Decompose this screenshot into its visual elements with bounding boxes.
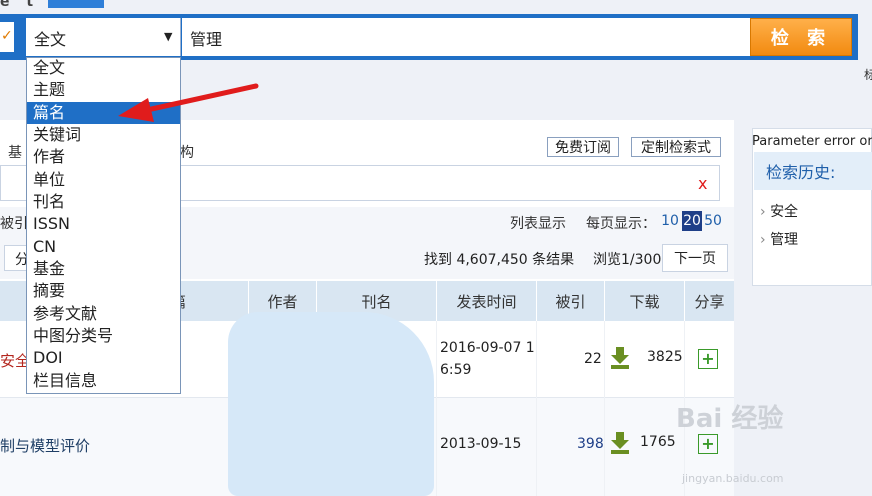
watermark-url: jingyan.baidu.com (682, 472, 784, 485)
list-view-toggle[interactable]: 列表显示 (510, 213, 566, 233)
next-page-button[interactable]: 下一页 (662, 244, 728, 272)
close-icon[interactable]: x (698, 174, 707, 193)
result-cited[interactable]: 22 (584, 351, 602, 367)
search-input[interactable] (182, 18, 750, 56)
per-page-50[interactable]: 50 (703, 211, 723, 231)
per-page-20[interactable]: 20 (682, 211, 702, 231)
col-share[interactable]: 分享 (684, 281, 734, 321)
search-query: 管理 (190, 30, 223, 49)
search-field-selected: 全文 (34, 30, 67, 49)
dropdown-option[interactable]: 栏目信息 (27, 370, 180, 392)
result-title-link[interactable]: 制与模型评价 (0, 435, 90, 456)
col-cited[interactable]: 被引 (536, 281, 604, 321)
per-page-10[interactable]: 10 (660, 211, 680, 231)
result-downloads: 3825 (647, 349, 683, 365)
col-download[interactable]: 下载 (604, 281, 684, 321)
col-date[interactable]: 发表时间 (436, 281, 536, 321)
watermark-logo: Bai 经验 (676, 404, 784, 434)
right-edge-fragment: 标 (864, 68, 872, 82)
error-message: Parameter error or (752, 134, 872, 149)
top-tab-active[interactable] (48, 0, 104, 8)
page-indicator: 浏览1/300 (593, 252, 662, 268)
dropdown-option[interactable]: 参考文献 (27, 303, 180, 325)
chevron-right-icon: › (760, 232, 766, 248)
share-plus-icon[interactable]: + (698, 349, 718, 369)
free-subscribe-button[interactable]: 免费订阅 (547, 137, 619, 157)
dropdown-option[interactable]: 单位 (27, 169, 180, 191)
history-item-label: 安全 (770, 204, 799, 220)
col-divider (436, 321, 437, 496)
per-page-label: 每页显示： (586, 216, 656, 232)
dropdown-option[interactable]: 关键词 (27, 124, 180, 146)
sort-cited-fragment[interactable]: 被引 (0, 213, 28, 233)
custom-search-button[interactable]: 定制检索式 (631, 137, 721, 157)
dropdown-option[interactable]: 全文 (27, 57, 180, 79)
download-icon[interactable] (610, 347, 630, 369)
redaction-blur (228, 312, 434, 496)
col-divider (536, 321, 537, 496)
checkmark-icon: ✓ (1, 28, 13, 44)
logo-fragment: e t (0, 0, 40, 10)
dropdown-option[interactable]: CN (27, 236, 180, 258)
result-downloads: 1765 (640, 434, 676, 450)
result-date-time: 6:59 (440, 362, 472, 378)
search-button[interactable]: 检 索 (750, 18, 852, 56)
col-divider (604, 321, 605, 496)
dropdown-option[interactable]: 作者 (27, 146, 180, 168)
dropdown-option[interactable]: 摘要 (27, 280, 180, 302)
history-item[interactable]: › 管理 (760, 229, 798, 249)
dropdown-option[interactable]: 中图分类号 (27, 325, 180, 347)
chevron-right-icon: › (760, 204, 766, 220)
tab-basic-fragment[interactable]: 基 (8, 142, 22, 162)
annotation-arrow (118, 83, 259, 122)
dropdown-option[interactable]: 刊名 (27, 191, 180, 213)
result-date: 2016-09-07 1 (440, 340, 535, 356)
result-cited[interactable]: 398 (577, 436, 604, 452)
history-title: 检索历史: (766, 163, 836, 182)
dropdown-option[interactable]: ISSN (27, 213, 180, 235)
share-plus-icon[interactable]: + (698, 434, 718, 454)
chevron-down-icon: ▼ (164, 30, 173, 43)
top-strip (0, 0, 872, 8)
tab-structure-fragment[interactable]: 构 (180, 142, 194, 162)
result-date: 2013-09-15 (440, 436, 522, 452)
dropdown-option[interactable]: DOI (27, 347, 180, 369)
result-count: 找到 4,607,450 条结果 (424, 252, 575, 268)
download-icon[interactable] (610, 432, 630, 454)
dropdown-option[interactable]: 基金 (27, 258, 180, 280)
history-item[interactable]: › 安全 (760, 201, 798, 221)
history-item-label: 管理 (770, 232, 799, 248)
